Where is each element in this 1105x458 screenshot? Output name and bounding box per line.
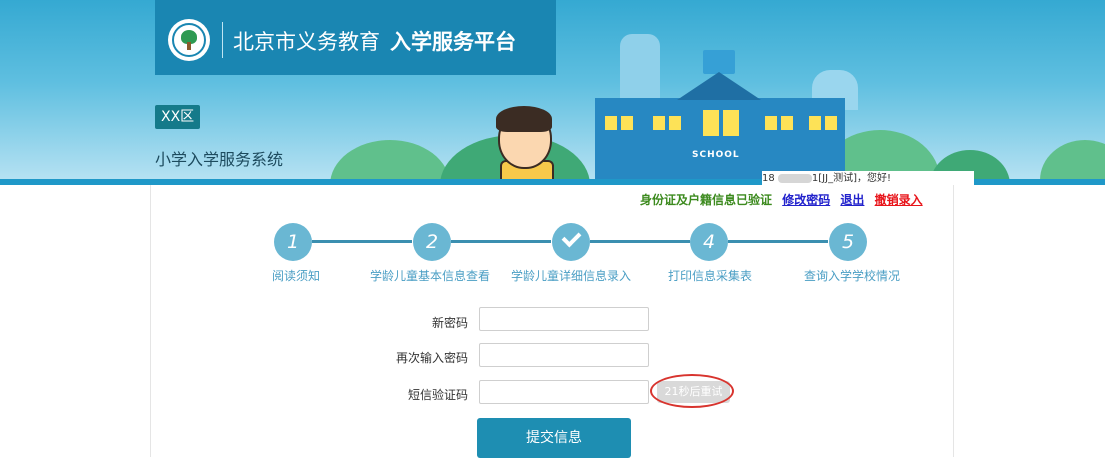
step-5-label: 查询入学学校情况 bbox=[803, 269, 901, 283]
account-status-bar: 身份证及户籍信息已验证 修改密码 退出 撤销录入 bbox=[640, 191, 923, 208]
step-2-label: 学龄儿童基本信息查看 bbox=[369, 269, 491, 283]
step-1-circle: 1 bbox=[274, 223, 312, 261]
system-name: 小学入学服务系统 bbox=[155, 150, 284, 169]
step-3-label: 学龄儿童详细信息录入 bbox=[510, 269, 632, 283]
logout-link[interactable]: 退出 bbox=[840, 193, 864, 207]
platform-title: 北京市义务教育 入学服务平台 bbox=[233, 26, 516, 56]
change-password-link[interactable]: 修改密码 bbox=[782, 193, 830, 207]
platform-title-bold: 入学服务平台 bbox=[390, 30, 516, 54]
confirm-password-label: 再次输入密码 bbox=[395, 351, 468, 365]
step-1-label: 阅读须知 bbox=[271, 269, 321, 283]
school-sign: SCHOOL bbox=[692, 150, 740, 160]
step-connector bbox=[451, 240, 551, 243]
greeting-suffix: 1[JJ_测试]，您好! bbox=[811, 173, 891, 184]
confirm-password-input[interactable] bbox=[479, 343, 649, 367]
checkmark-icon bbox=[561, 227, 582, 248]
school-building-illustration: SCHOOL bbox=[595, 50, 845, 180]
child-illustration-hair bbox=[496, 106, 552, 132]
new-password-input[interactable] bbox=[479, 307, 649, 331]
header-banner: 北京市义务教育 入学服务平台 XX区 小学入学服务系统 SCHOOL bbox=[0, 0, 1105, 184]
hill-decoration bbox=[1040, 140, 1105, 184]
education-logo-icon bbox=[168, 19, 210, 61]
verified-status: 身份证及户籍信息已验证 bbox=[640, 193, 773, 207]
user-greeting: 18 1[JJ_测试]，您好! bbox=[762, 171, 974, 186]
hill-decoration bbox=[330, 140, 450, 184]
district-badge: XX区 bbox=[155, 105, 201, 129]
submit-button[interactable]: 提交信息 bbox=[477, 418, 631, 458]
step-4-label: 打印信息采集表 bbox=[667, 269, 753, 283]
tower-illustration bbox=[620, 34, 660, 104]
step-5-circle: 5 bbox=[829, 223, 867, 261]
masked-phone bbox=[777, 173, 812, 183]
sms-code-input[interactable] bbox=[479, 380, 649, 404]
new-password-label: 新密码 bbox=[431, 316, 468, 330]
sms-code-label: 短信验证码 bbox=[407, 388, 468, 402]
step-connector bbox=[728, 240, 828, 243]
step-connector bbox=[312, 240, 412, 243]
step-3-circle bbox=[552, 223, 590, 261]
step-connector bbox=[590, 240, 690, 243]
revoke-entry-link[interactable]: 撤销录入 bbox=[875, 193, 923, 207]
platform-title-regular: 北京市义务教育 bbox=[233, 30, 380, 54]
step-2-circle: 2 bbox=[413, 223, 451, 261]
greeting-prefix: 18 bbox=[762, 173, 775, 184]
step-4-circle: 4 bbox=[690, 223, 728, 261]
highlight-circle-annotation bbox=[650, 374, 734, 408]
platform-title-box: 北京市义务教育 入学服务平台 bbox=[155, 0, 556, 75]
title-divider bbox=[222, 22, 223, 58]
